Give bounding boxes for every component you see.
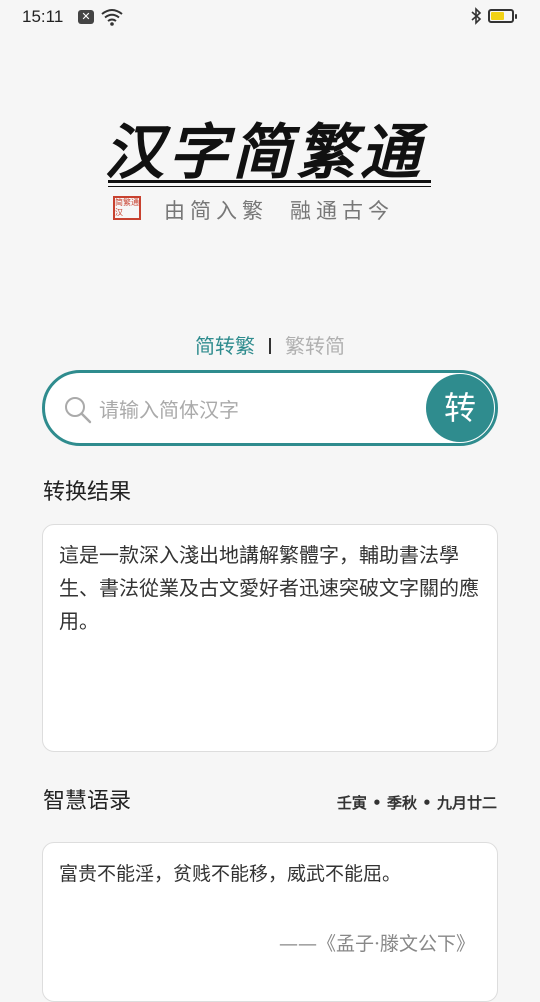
wifi-icon	[101, 9, 123, 26]
app-logo-title: 汉字简繁通	[104, 118, 424, 188]
result-section-title: 转换结果	[43, 480, 132, 505]
tab-simplified-to-traditional[interactable]: 简转繁	[195, 330, 255, 359]
quote-text: 富贵不能淫，贫贱不能移，威武不能屈。	[59, 863, 402, 885]
slogan-left: 由简入繁	[164, 199, 268, 223]
convert-button[interactable]: 转	[426, 374, 494, 442]
mode-tabs: 简转繁 繁转简	[0, 330, 540, 359]
quote-source: ——《孟子·滕文公下》	[278, 933, 475, 955]
slogan-right: 融通古今	[290, 199, 394, 223]
tab-divider	[269, 338, 271, 354]
seal-stamp-icon: 简繁通汉	[113, 196, 141, 220]
battery-icon	[488, 9, 517, 23]
status-time: 15:11	[22, 7, 64, 26]
logo-rule-thin	[108, 186, 431, 187]
tab-traditional-to-simplified[interactable]: 繁转简	[285, 330, 345, 359]
quote-card: 富贵不能淫，贫贱不能移，威武不能屈。 ——《孟子·滕文公下》	[42, 842, 498, 1002]
status-bar: 15:11 ✕	[0, 0, 540, 34]
app-slogan: 由简入繁 融通古今	[164, 195, 394, 225]
search-box: 转	[42, 370, 498, 446]
battery-level	[491, 12, 504, 20]
notification-icon: ✕	[78, 10, 94, 24]
lunar-date: 壬寅 • 季秋 • 九月廿二	[336, 794, 497, 812]
search-icon	[65, 397, 92, 424]
result-text: 這是一款深入淺出地講解繁體字，輔助書法學生、書法從業及古文愛好者迅速突破文字關的…	[59, 543, 479, 633]
search-input[interactable]	[97, 391, 421, 429]
bluetooth-icon	[471, 7, 482, 25]
logo-rule	[108, 180, 431, 183]
result-card: 這是一款深入淺出地講解繁體字，輔助書法學生、書法從業及古文愛好者迅速突破文字關的…	[42, 524, 498, 752]
quote-section-title: 智慧语录	[43, 789, 132, 814]
